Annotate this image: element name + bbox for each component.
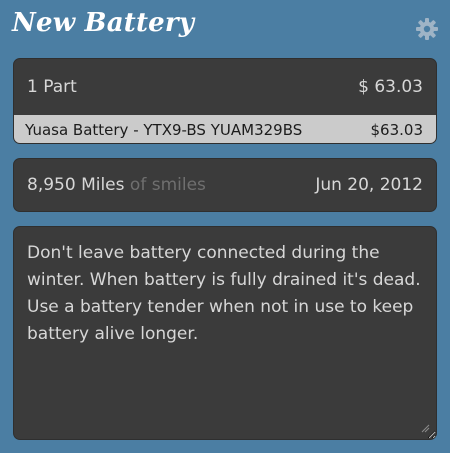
notes-textarea[interactable]: Don't leave battery connected during the… — [14, 227, 436, 439]
service-date: Jun 20, 2012 — [315, 175, 423, 195]
part-item[interactable]: Yuasa Battery - YTX9-BS YUAM329BS $63.03 — [14, 115, 436, 143]
mileage-suffix: of smiles — [124, 175, 206, 195]
parts-total: $ 63.03 — [358, 77, 423, 97]
app-root: New Battery 1 Part $ 63.03 Yuasa Battery… — [0, 0, 450, 453]
page-title: New Battery — [12, 8, 195, 38]
resize-grip-icon[interactable] — [420, 423, 430, 433]
mileage-value: 8,950 Miles — [27, 175, 125, 195]
mileage-card[interactable]: 8,950 Miles of smiles Jun 20, 2012 — [13, 158, 437, 212]
gear-icon[interactable] — [415, 17, 439, 41]
mileage-text: 8,950 Miles of smiles — [27, 175, 206, 195]
parts-count: 1 Part — [27, 77, 77, 97]
parts-summary[interactable]: 1 Part $ 63.03 — [14, 59, 436, 115]
parts-card: 1 Part $ 63.03 Yuasa Battery - YTX9-BS Y… — [13, 58, 437, 144]
part-name: Yuasa Battery - YTX9-BS YUAM329BS — [25, 121, 303, 139]
notes-card: Don't leave battery connected during the… — [13, 226, 437, 440]
part-price: $63.03 — [370, 121, 424, 139]
